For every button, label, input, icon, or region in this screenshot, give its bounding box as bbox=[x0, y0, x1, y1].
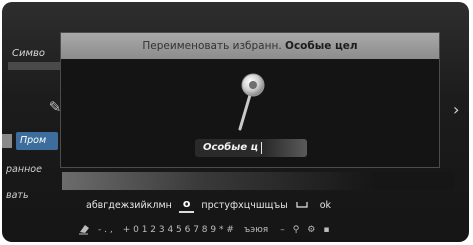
space-icon[interactable] bbox=[296, 200, 308, 211]
delete-icon[interactable] bbox=[78, 223, 90, 238]
symbol-keyboard-row[interactable]: - . , + 0 1 2 3 4 5 6 7 8 9 * # ъэюя – ⚲… bbox=[78, 223, 337, 237]
map-pin-icon bbox=[238, 73, 265, 131]
ok-button[interactable]: ok bbox=[320, 200, 331, 211]
gear-icon[interactable]: ⚙ bbox=[307, 225, 315, 235]
pin-small-icon[interactable]: ⚲ bbox=[293, 225, 300, 235]
name-input-value: Особые ц bbox=[203, 142, 258, 153]
symbol-keys[interactable]: - . , bbox=[98, 225, 113, 235]
letters-left-keys[interactable]: абвгдежзийклмн bbox=[86, 200, 172, 211]
settings-icon[interactable]: ▪ bbox=[323, 225, 329, 235]
text-cursor bbox=[261, 142, 262, 154]
background-tab-chip[interactable]: Пром bbox=[16, 132, 58, 150]
screen: Симво ✎ Пром ранное вать › Переименовать… bbox=[2, 2, 469, 242]
background-section-title: Симво bbox=[12, 48, 46, 59]
case-switch-key[interactable]: ъэюя bbox=[244, 225, 268, 235]
selected-letter-key[interactable]: о bbox=[178, 197, 195, 213]
digit-keys[interactable]: + 0 1 2 3 4 5 6 7 8 9 * # bbox=[123, 225, 234, 235]
background-menu-item-1[interactable]: ранное bbox=[6, 164, 42, 175]
dash-icon[interactable]: – bbox=[280, 225, 285, 235]
background-tile bbox=[2, 134, 12, 148]
input-separator-band bbox=[62, 172, 454, 190]
letter-keyboard-row[interactable]: абвгдежзийклмн о прстуфхцчшщъы ok bbox=[86, 197, 331, 213]
name-input-field[interactable]: Особые ц bbox=[195, 139, 307, 157]
dialog-title: Переименовать избранн. bbox=[142, 40, 282, 52]
dialog-title-name: Особые цел bbox=[285, 40, 358, 52]
chevron-right-icon[interactable]: › bbox=[453, 102, 459, 118]
dialog-header: Переименовать избранн. Особые цел bbox=[61, 33, 439, 59]
rename-dialog: Переименовать избранн. Особые цел Особые… bbox=[60, 32, 440, 168]
letters-right-keys[interactable]: прстуфхцчшщъы bbox=[201, 200, 287, 211]
background-menu-item-2[interactable]: вать bbox=[6, 190, 29, 201]
